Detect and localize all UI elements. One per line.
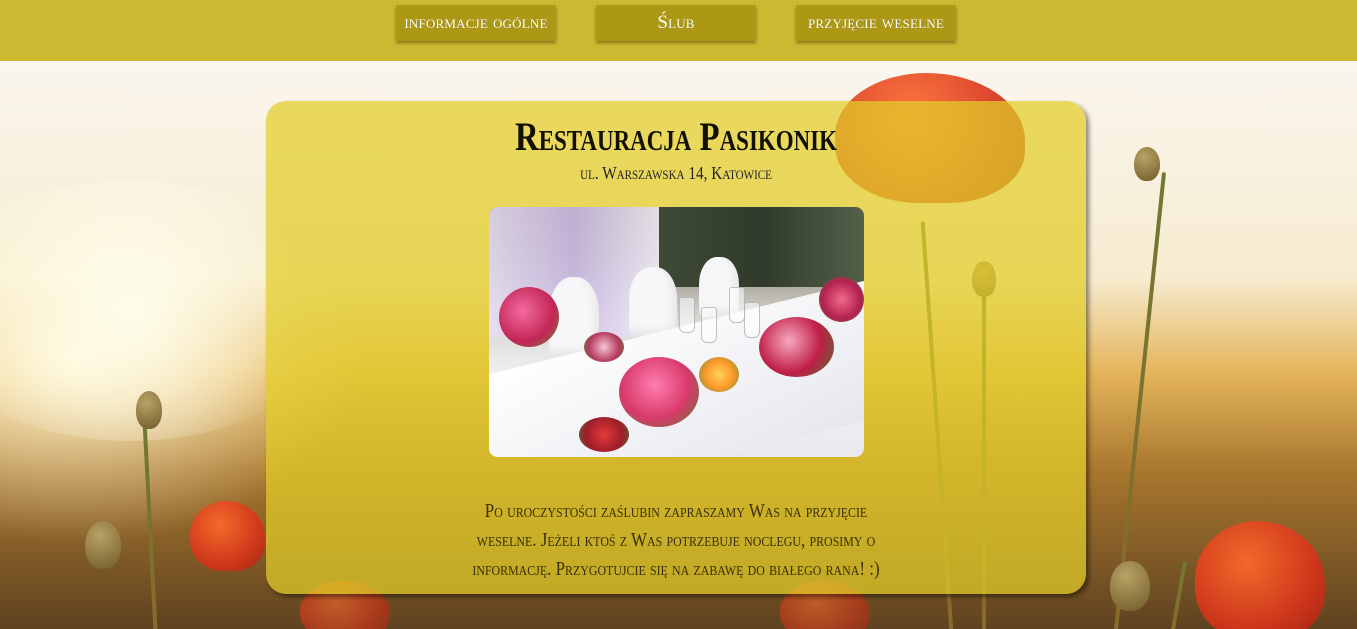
top-navbar: informacje ogólne Ślub przyjęcie weselne xyxy=(0,0,1357,61)
venue-address: ul. Warszawska 14, Katowice xyxy=(580,163,772,183)
nav-button-general-info[interactable]: informacje ogólne xyxy=(396,5,556,41)
venue-title: Restauracja Pasikonik xyxy=(515,114,837,159)
venue-card: Restauracja Pasikonik ul. Warszawska 14,… xyxy=(266,101,1086,594)
nav-button-wedding[interactable]: Ślub xyxy=(596,5,756,41)
wedding-table-photo xyxy=(489,207,864,457)
venue-description: Po uroczystości zaślubin zapraszamy Was … xyxy=(472,500,880,580)
nav-button-reception[interactable]: przyjęcie weselne xyxy=(796,5,956,41)
